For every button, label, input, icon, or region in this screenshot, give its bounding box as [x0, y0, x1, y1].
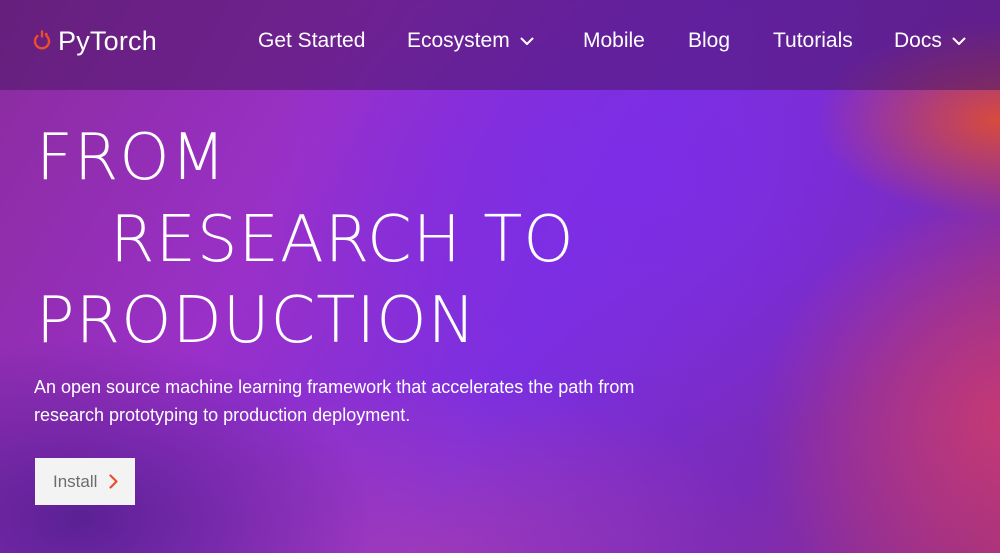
nav-item-blog[interactable]: Blog — [688, 29, 730, 53]
pytorch-flame-icon — [33, 30, 51, 50]
nav-item-label: Mobile — [583, 29, 645, 52]
chevron-down-icon — [520, 37, 534, 45]
nav-item-label: Tutorials — [773, 29, 853, 52]
nav-item-get-started[interactable]: Get Started — [258, 29, 365, 53]
hero-tagline: An open source machine learning framewor… — [34, 377, 635, 425]
hero-headline-line-2: RESEARCH TO — [110, 203, 575, 277]
chevron-right-icon — [109, 474, 119, 489]
hero-headline-line-1: FROM — [36, 121, 227, 195]
nav-item-label: Get Started — [258, 29, 366, 52]
nav-item-tutorials[interactable]: Tutorials — [773, 29, 853, 53]
nav-item-label: Blog — [688, 29, 731, 52]
install-button[interactable]: Install — [35, 458, 135, 505]
nav-item-label: Ecosystem — [407, 29, 510, 52]
chevron-down-icon — [952, 37, 966, 45]
logo-link[interactable]: PyTorch — [32, 24, 157, 58]
brand-name: PyTorch — [58, 25, 157, 56]
nav-item-ecosystem[interactable]: Ecosystem — [407, 29, 534, 53]
top-navbar: PyTorch Get Started Ecosystem Mobile Blo… — [0, 0, 1000, 90]
nav-item-label: Docs — [894, 29, 942, 52]
nav-item-docs[interactable]: Docs — [894, 29, 966, 53]
hero-headline-line-3: PRODUCTION — [36, 284, 477, 358]
install-button-label: Install — [53, 471, 98, 491]
nav-item-mobile[interactable]: Mobile — [583, 29, 645, 53]
page: PyTorch Get Started Ecosystem Mobile Blo… — [0, 0, 1000, 553]
